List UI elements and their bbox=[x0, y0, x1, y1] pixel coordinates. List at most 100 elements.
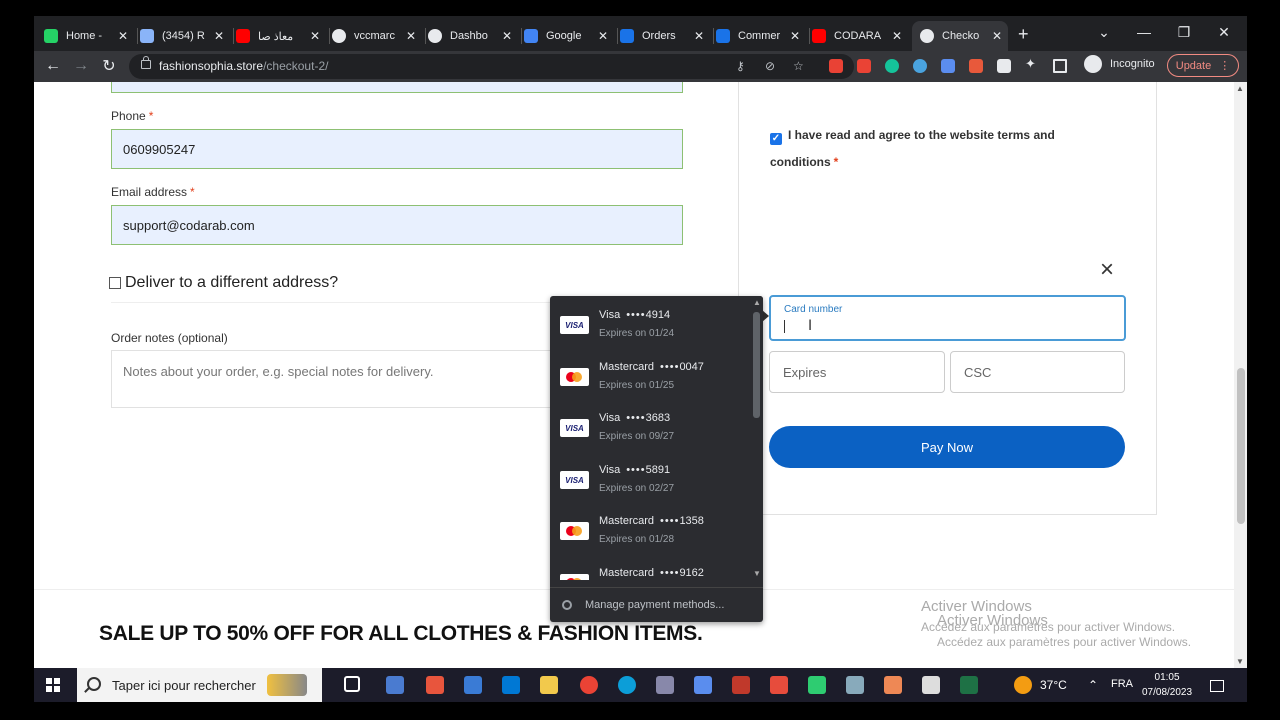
app-icon[interactable] bbox=[464, 676, 482, 694]
card-option[interactable]: Mastercard ••••9162 bbox=[550, 554, 750, 580]
deliver-different-address[interactable]: Deliver to a different address? bbox=[109, 274, 338, 292]
card-option[interactable]: Mastercard ••••0047 Expires on 01/25 bbox=[550, 348, 750, 400]
close-tab-icon[interactable]: ✕ bbox=[118, 29, 128, 43]
close-tab-icon[interactable]: ✕ bbox=[790, 29, 800, 43]
taskbar-search[interactable]: Taper ici pour rechercher bbox=[77, 668, 322, 702]
update-button[interactable]: Update ⋮ bbox=[1167, 54, 1239, 77]
deliver-checkbox[interactable] bbox=[109, 277, 121, 289]
incognito-indicator[interactable]: Incognito bbox=[1084, 55, 1155, 73]
phone-input[interactable]: 0609905247 bbox=[111, 129, 683, 169]
language-indicator[interactable]: FRA bbox=[1111, 678, 1133, 690]
card-option[interactable]: Mastercard ••••1358 Expires on 01/28 bbox=[550, 502, 750, 554]
terms-checkbox-row[interactable]: ✓ I have read and agree to the website te… bbox=[770, 122, 1070, 176]
scroll-thumb[interactable] bbox=[753, 312, 760, 418]
tab-codarab[interactable]: CODARA ✕ bbox=[812, 21, 908, 51]
previous-field[interactable] bbox=[111, 82, 683, 93]
taskbar-search-placeholder: Taper ici pour rechercher bbox=[112, 678, 256, 693]
screen: Home - ✕ (3454) R ✕ معاذ صا ✕ vccmarc ✕ … bbox=[34, 16, 1247, 702]
weather-icon[interactable] bbox=[1014, 676, 1032, 694]
tab-checkout[interactable]: Checko ✕ bbox=[912, 21, 1008, 51]
eye-off-icon[interactable]: ⊘ bbox=[765, 59, 775, 73]
close-tab-icon[interactable]: ✕ bbox=[310, 29, 320, 43]
camtasia-icon[interactable] bbox=[808, 676, 826, 694]
side-panel-icon[interactable] bbox=[1053, 59, 1067, 73]
tab-search-icon[interactable]: ⌄ bbox=[1084, 16, 1124, 48]
card-option[interactable]: VISA Visa ••••4914 Expires on 01/24 bbox=[550, 296, 750, 348]
close-tab-icon[interactable]: ✕ bbox=[892, 29, 902, 43]
page-scrollbar[interactable]: ▲ ▼ bbox=[1234, 82, 1247, 668]
app-icon[interactable] bbox=[846, 676, 864, 694]
extension-icon[interactable] bbox=[913, 59, 927, 73]
close-tab-icon[interactable]: ✕ bbox=[406, 29, 416, 43]
chrome-icon[interactable] bbox=[580, 676, 598, 694]
app-icon[interactable] bbox=[656, 676, 674, 694]
card-option[interactable]: VISA Visa ••••3683 Expires on 09/27 bbox=[550, 399, 750, 451]
tab-home[interactable]: Home - ✕ bbox=[44, 21, 134, 51]
tab-youtube-count[interactable]: (3454) R ✕ bbox=[140, 21, 230, 51]
close-icon[interactable]: × bbox=[1100, 258, 1114, 282]
app-icon[interactable] bbox=[770, 676, 788, 694]
close-tab-icon[interactable]: ✕ bbox=[502, 29, 512, 43]
puzzle-icon[interactable]: ✦ bbox=[1025, 56, 1039, 71]
tab-title: (3454) R bbox=[162, 30, 205, 42]
minimize-icon[interactable]: — bbox=[1124, 16, 1164, 48]
windows-start-icon[interactable] bbox=[46, 678, 60, 692]
tab-youtube-arabic[interactable]: معاذ صا ✕ bbox=[236, 21, 326, 51]
download-extension-icon[interactable] bbox=[857, 59, 871, 73]
app-icon[interactable] bbox=[386, 676, 404, 694]
card-expiry: Expires on 09/27 bbox=[599, 431, 675, 442]
terms-checkbox[interactable]: ✓ bbox=[770, 133, 782, 145]
manage-payment-methods[interactable]: Manage payment methods... bbox=[550, 587, 763, 622]
scroll-down-icon[interactable]: ▼ bbox=[1236, 657, 1244, 666]
grammarly-icon[interactable] bbox=[885, 59, 899, 73]
card-number-input[interactable]: Card number bbox=[769, 295, 1126, 341]
restore-icon[interactable]: ❐ bbox=[1164, 16, 1204, 48]
clock[interactable]: 01:05 07/08/2023 bbox=[1142, 670, 1192, 700]
new-tab-button[interactable]: + bbox=[1018, 24, 1029, 45]
tab-dashboard[interactable]: Dashbo ✕ bbox=[428, 21, 518, 51]
dropdown-scrollbar[interactable]: ▲ ▼ bbox=[750, 296, 763, 580]
store-icon[interactable] bbox=[502, 676, 520, 694]
task-view-icon[interactable] bbox=[344, 676, 360, 692]
edge-icon[interactable] bbox=[618, 676, 636, 694]
app-icon[interactable] bbox=[426, 676, 444, 694]
card-option[interactable]: VISA Visa ••••5891 Expires on 02/27 bbox=[550, 451, 750, 503]
expires-input[interactable]: Expires bbox=[769, 351, 945, 393]
close-tab-icon[interactable]: ✕ bbox=[694, 29, 704, 43]
csc-input[interactable]: CSC bbox=[950, 351, 1125, 393]
tab-orders[interactable]: Orders ✕ bbox=[620, 21, 710, 51]
reload-icon[interactable]: ↻ bbox=[98, 55, 120, 77]
app-icon[interactable] bbox=[884, 676, 902, 694]
translate-icon[interactable] bbox=[941, 59, 955, 73]
close-tab-icon[interactable]: ✕ bbox=[992, 29, 1002, 43]
scroll-up-icon[interactable]: ▲ bbox=[1236, 84, 1244, 93]
back-icon[interactable]: ← bbox=[42, 55, 64, 77]
extension-icon[interactable] bbox=[829, 59, 843, 73]
star-icon[interactable]: ☆ bbox=[793, 59, 804, 73]
close-tab-icon[interactable]: ✕ bbox=[214, 29, 224, 43]
chevron-up-icon[interactable]: ⌃ bbox=[1088, 678, 1098, 692]
mastercard-icon bbox=[560, 368, 589, 386]
scroll-up-icon[interactable]: ▲ bbox=[753, 298, 761, 307]
email-input[interactable]: support@codarab.com bbox=[111, 205, 683, 245]
forward-icon[interactable]: → bbox=[70, 55, 92, 77]
extension-icon[interactable] bbox=[997, 59, 1011, 73]
file-explorer-icon[interactable] bbox=[540, 676, 558, 694]
close-tab-icon[interactable]: ✕ bbox=[598, 29, 608, 43]
address-bar[interactable]: fashionsophia.store/checkout-2/ ⚷ ⊘ ☆ bbox=[129, 54, 854, 79]
extension-icon[interactable] bbox=[969, 59, 983, 73]
tab-google[interactable]: Google ✕ bbox=[524, 21, 614, 51]
scroll-down-icon[interactable]: ▼ bbox=[753, 569, 761, 578]
tab-commerce[interactable]: Commer ✕ bbox=[716, 21, 806, 51]
close-window-icon[interactable]: ✕ bbox=[1204, 16, 1244, 48]
weather-temp[interactable]: 37°C bbox=[1040, 678, 1067, 692]
tab-wordpress-vccmarc[interactable]: vccmarc ✕ bbox=[332, 21, 422, 51]
scroll-thumb[interactable] bbox=[1237, 368, 1245, 524]
excel-icon[interactable] bbox=[960, 676, 978, 694]
app-icon[interactable] bbox=[694, 676, 712, 694]
key-icon[interactable]: ⚷ bbox=[736, 59, 745, 73]
app-icon[interactable] bbox=[732, 676, 750, 694]
notification-icon[interactable] bbox=[1210, 680, 1224, 692]
calculator-icon[interactable] bbox=[922, 676, 940, 694]
pay-now-button[interactable]: Pay Now bbox=[769, 426, 1125, 468]
